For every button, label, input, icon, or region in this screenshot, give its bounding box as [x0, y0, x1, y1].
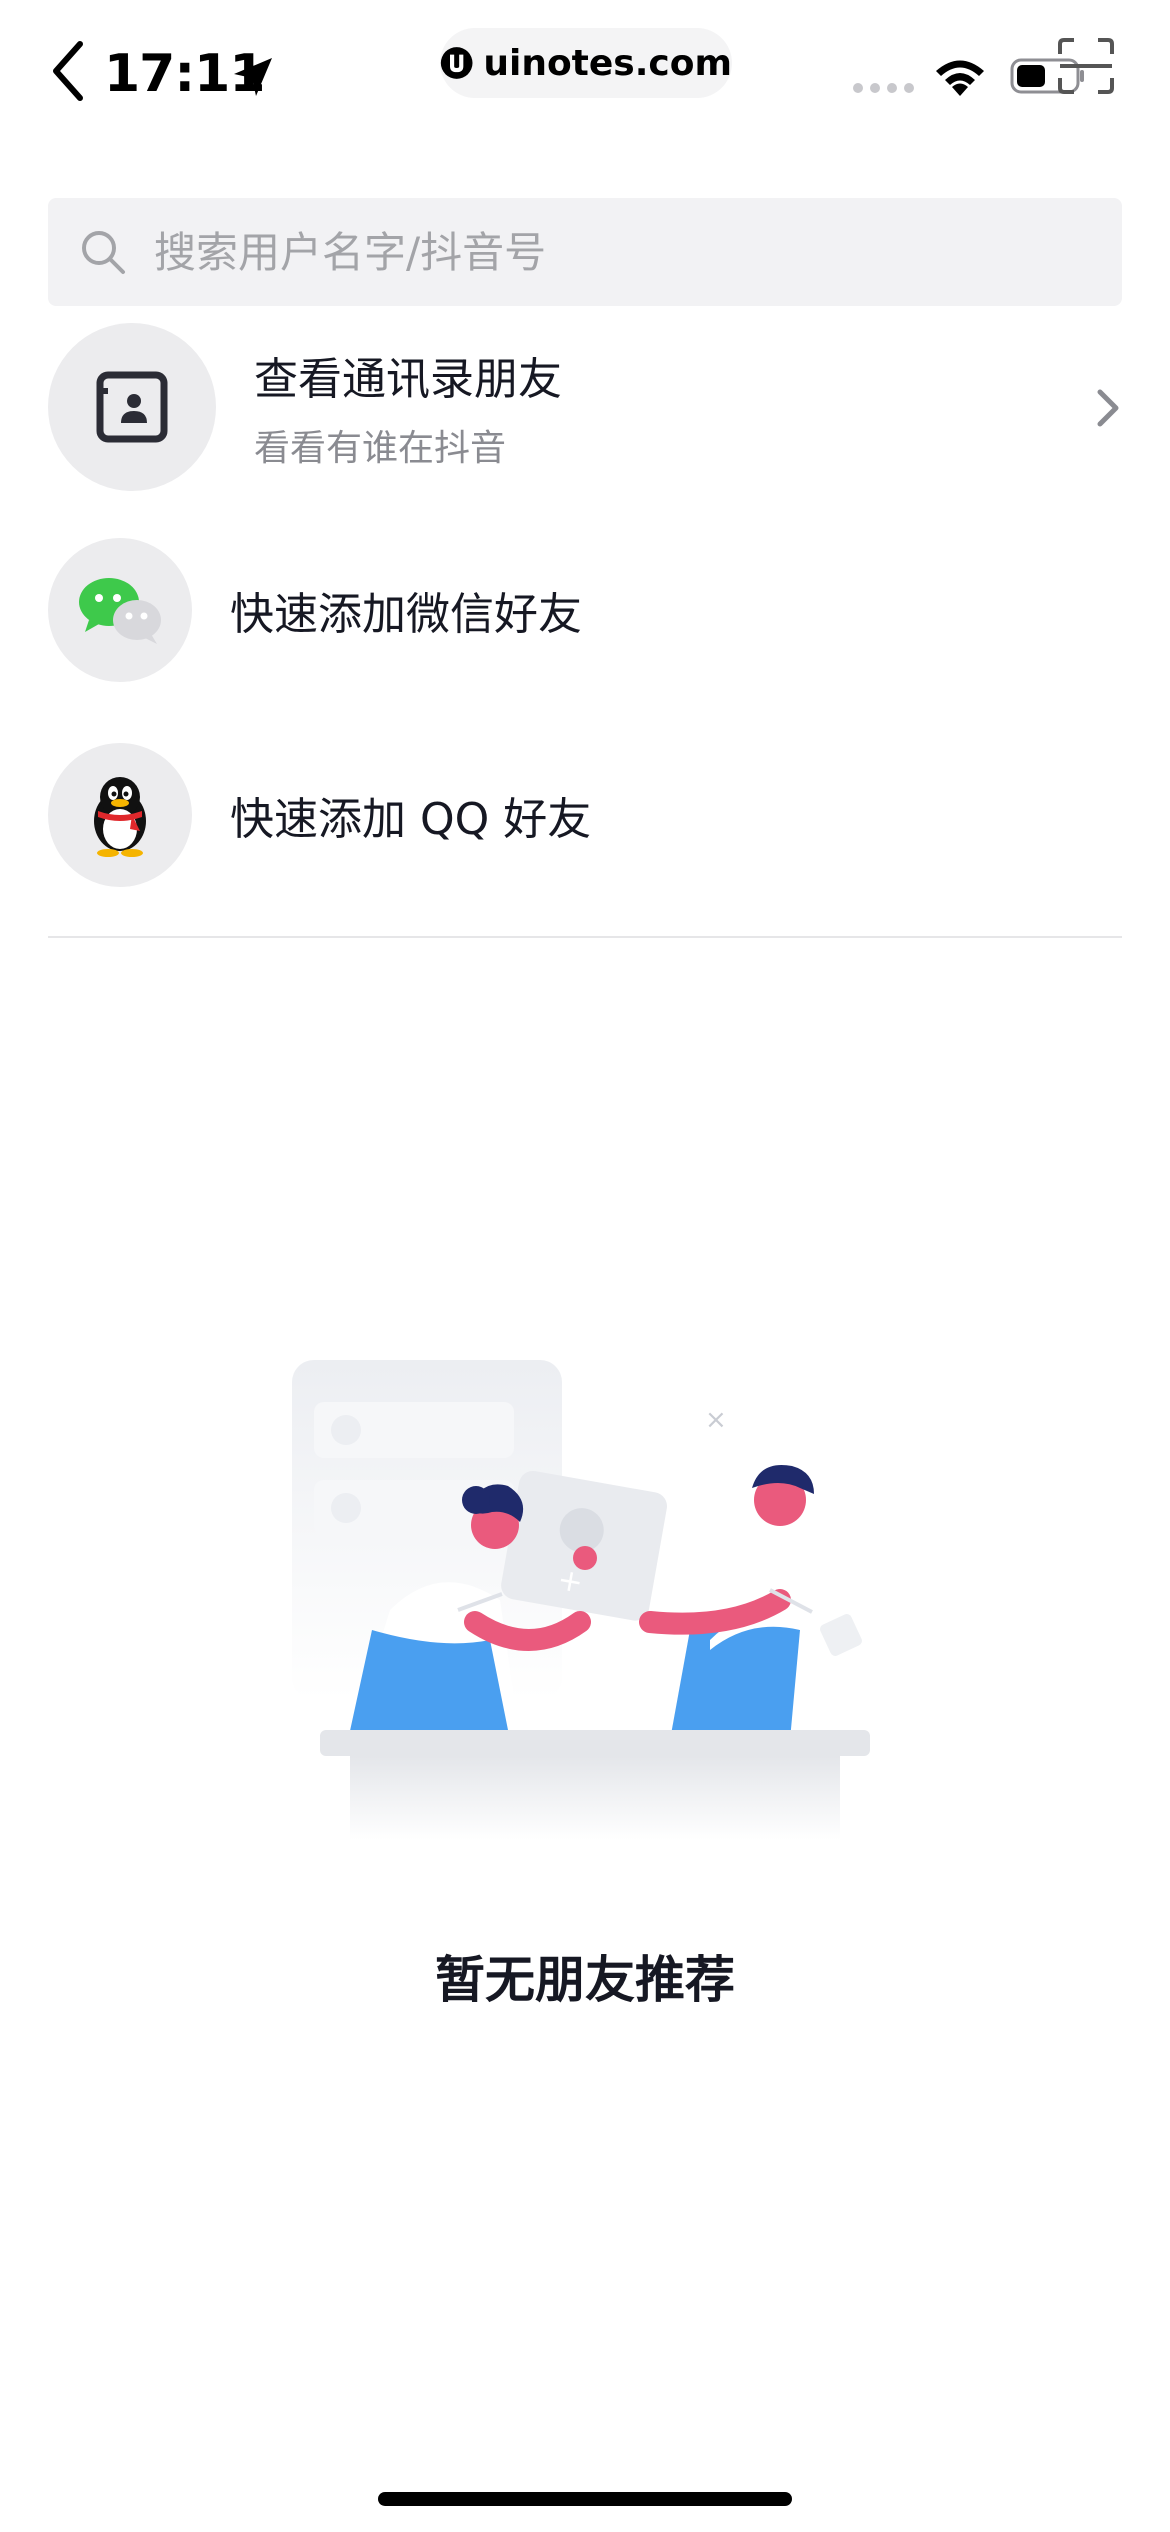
chevron-right-icon — [1097, 389, 1119, 427]
back-button[interactable] — [44, 36, 94, 106]
view-contacts-row[interactable]: 查看通讯录朋友 看看有谁在抖音 — [48, 322, 1122, 492]
contacts-avatar — [48, 323, 216, 491]
contacts-subtitle: 看看有谁在抖音 — [254, 428, 507, 469]
contacts-title: 查看通讯录朋友 — [254, 354, 562, 405]
search-input[interactable] — [152, 226, 1122, 278]
no-recommendations-illustration: + × — [292, 1360, 870, 1840]
cellular-signal-icon — [853, 83, 914, 93]
contact-card-icon — [96, 371, 168, 443]
wifi-icon — [936, 60, 984, 96]
qq-penguin-icon — [94, 777, 146, 857]
location-arrow-icon — [234, 58, 272, 96]
qq-avatar — [48, 743, 192, 887]
search-bar[interactable] — [48, 198, 1122, 306]
contacts-text: 查看通讯录朋友 看看有谁在抖音 — [254, 343, 562, 471]
qq-title: 快速添加 QQ 好友 — [230, 794, 592, 845]
qq-text: 快速添加 QQ 好友 — [230, 783, 591, 847]
svg-text:×: × — [705, 1405, 727, 1435]
home-indicator[interactable] — [378, 2492, 792, 2506]
wechat-avatar — [48, 538, 192, 682]
section-divider — [48, 936, 1122, 938]
url-pill[interactable]: uinotes.com — [440, 28, 732, 98]
url-text: uinotes.com — [483, 42, 732, 84]
wechat-text: 快速添加微信好友 — [230, 578, 582, 642]
chevron-left-icon — [53, 41, 83, 101]
wechat-title: 快速添加微信好友 — [230, 589, 582, 640]
wechat-icon — [79, 578, 161, 644]
site-logo-icon — [440, 47, 473, 79]
add-qq-friends-row[interactable]: 快速添加 QQ 好友 — [48, 740, 1122, 890]
search-icon — [82, 231, 125, 274]
screen-scan-icon[interactable] — [1056, 36, 1116, 96]
add-wechat-friends-row[interactable]: 快速添加微信好友 — [48, 535, 1122, 685]
status-bar: 17:11 uinotes.com — [0, 0, 1170, 130]
add-friends-page: 17:11 uinotes.com 搜索用户名字/抖音号 查看通讯录朋友 看看有… — [0, 0, 1170, 2532]
empty-state-message: 暂无朋友推荐 — [435, 1951, 735, 2009]
